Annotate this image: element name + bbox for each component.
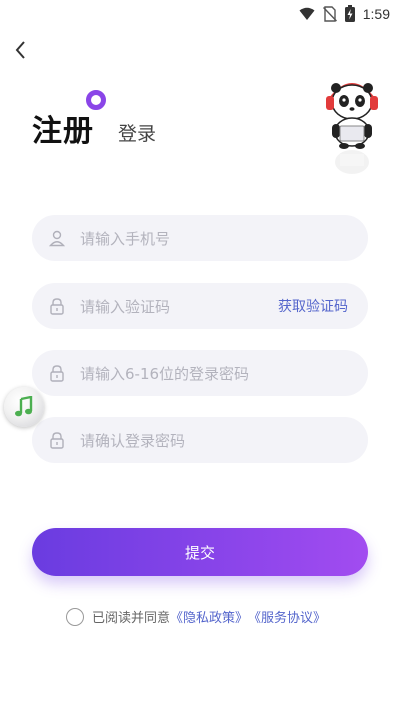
tab-register[interactable]: 注册 bbox=[32, 106, 94, 150]
phone-placeholder: 请输入手机号 bbox=[80, 229, 171, 248]
submit-button[interactable]: 提交 bbox=[32, 528, 368, 576]
back-button[interactable] bbox=[10, 38, 34, 62]
tab-login[interactable]: 登录 bbox=[118, 119, 156, 146]
battery-charging-icon bbox=[344, 5, 355, 22]
confirm-placeholder: 请确认登录密码 bbox=[80, 431, 186, 450]
confirm-password-field[interactable]: 请确认登录密码 bbox=[32, 417, 368, 463]
chevron-left-icon bbox=[15, 41, 25, 59]
floating-music-button[interactable] bbox=[4, 387, 44, 427]
lock-icon bbox=[50, 432, 64, 449]
lock-icon bbox=[50, 365, 64, 382]
phone-field[interactable]: 请输入手机号 bbox=[32, 215, 368, 261]
status-bar: 1:59 bbox=[0, 0, 400, 30]
verification-code-field[interactable]: 请输入验证码 获取验证码 bbox=[32, 283, 368, 329]
code-placeholder: 请输入验证码 bbox=[80, 297, 171, 316]
get-code-button[interactable]: 获取验证码 bbox=[278, 296, 348, 316]
agreement-row: 已阅读并同意 《隐私政策》 《服务协议》 bbox=[66, 607, 326, 626]
user-icon bbox=[48, 230, 66, 247]
lock-icon bbox=[50, 298, 64, 315]
agreement-text: 已阅读并同意 bbox=[92, 611, 171, 626]
status-time: 1:59 bbox=[362, 5, 390, 22]
service-agreement-link[interactable]: 《服务协议》 bbox=[248, 607, 326, 626]
no-sim-icon bbox=[322, 5, 337, 22]
agreement-checkbox[interactable] bbox=[66, 607, 84, 626]
active-tab-indicator bbox=[86, 90, 106, 110]
privacy-policy-link[interactable]: 《隐私政策》 bbox=[170, 607, 248, 626]
status-icons: 1:59 bbox=[299, 5, 390, 22]
music-note-icon bbox=[15, 396, 33, 417]
password-placeholder: 请输入6-16位的登录密码 bbox=[80, 364, 250, 383]
password-field[interactable]: 请输入6-16位的登录密码 bbox=[32, 350, 368, 396]
wifi-icon bbox=[299, 7, 315, 20]
panda-headphones-icon bbox=[326, 83, 378, 174]
